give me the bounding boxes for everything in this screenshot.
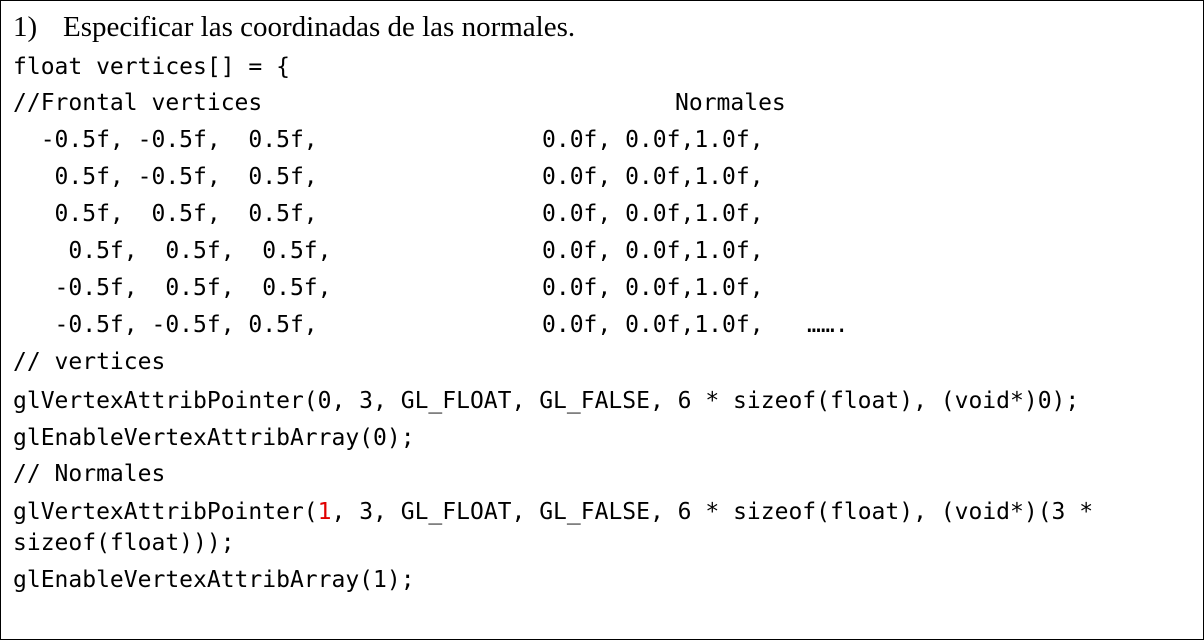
continuation-ellipsis: …….	[807, 312, 849, 338]
normal-coords-row-2: 0.0f, 0.0f,1.0f,	[542, 164, 764, 190]
code-comment-normales: // Normales	[13, 461, 166, 487]
normal-coords-row-4: 0.0f, 0.0f,1.0f,	[542, 238, 764, 264]
code-line-enable-attrib-1: glEnableVertexAttribArray(1);	[13, 567, 415, 593]
normal-coords-row-6: 0.0f, 0.0f,1.0f,	[542, 312, 764, 338]
normales-column-header: Normales	[675, 90, 786, 116]
normal-coords-row-1: 0.0f, 0.0f,1.0f,	[542, 127, 764, 153]
code-line-enable-attrib-0: glEnableVertexAttribArray(0);	[13, 425, 415, 451]
vertex-coords-row-3: 0.5f, 0.5f, 0.5f,	[13, 201, 318, 227]
vertex-coords-row-4: 0.5f, 0.5f, 0.5f,	[13, 238, 332, 264]
attrib1-prefix: glVertexAttribPointer(	[13, 499, 318, 525]
code-line-attrib-pointer-0: glVertexAttribPointer(0, 3, GL_FLOAT, GL…	[13, 388, 1080, 414]
vertex-coords-row-2: 0.5f, -0.5f, 0.5f,	[13, 164, 318, 190]
code-comment-vertices: // vertices	[13, 349, 166, 375]
code-line-declaration: float vertices[] = {	[13, 54, 290, 80]
step-number: 1)	[13, 11, 38, 43]
step-title: Especificar las coordinadas de las norma…	[63, 11, 576, 43]
code-line-attrib-pointer-1: glVertexAttribPointer(1, 3, GL_FLOAT, GL…	[13, 498, 1093, 526]
vertex-coords-row-6: -0.5f, -0.5f, 0.5f,	[13, 312, 318, 338]
vertex-coords-row-1: -0.5f, -0.5f, 0.5f,	[13, 127, 318, 153]
normal-coords-row-5: 0.0f, 0.0f,1.0f,	[542, 275, 764, 301]
attrib1-index-highlight: 1	[317, 499, 332, 525]
step-heading: 1) Especificar las coordinadas de las nor…	[13, 7, 575, 47]
code-line-attrib-pointer-1-continued: sizeof(float)));	[13, 530, 235, 556]
code-comment-frontal: //Frontal vertices	[13, 90, 263, 116]
document-frame: 1) Especificar las coordinadas de las nor…	[0, 0, 1204, 640]
attrib1-suffix: , 3, GL_FLOAT, GL_FALSE, 6 * sizeof(floa…	[331, 499, 1094, 525]
normal-coords-row-3: 0.0f, 0.0f,1.0f,	[542, 201, 764, 227]
vertex-coords-row-5: -0.5f, 0.5f, 0.5f,	[13, 275, 332, 301]
